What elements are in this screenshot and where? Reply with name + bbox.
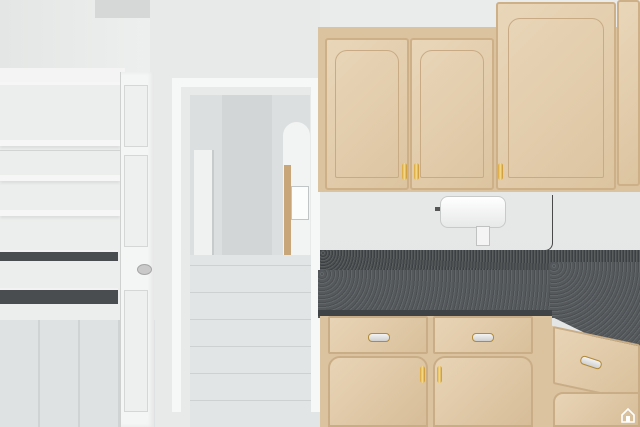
lower-cabinet-door[interactable]	[433, 356, 533, 427]
cabinet-handle[interactable]	[437, 366, 442, 383]
pantry-header-trim	[0, 68, 125, 83]
pantry-shelf-liner	[0, 250, 118, 261]
door-knob[interactable]	[137, 264, 152, 275]
cabinet-handle[interactable]	[420, 366, 425, 383]
ceiling-soffit	[95, 0, 150, 18]
kitchen-scene	[0, 0, 640, 427]
cabinet-handle[interactable]	[498, 163, 503, 180]
lower-cabinet-door[interactable]	[328, 356, 428, 427]
upper-cabinet-door[interactable]	[410, 38, 494, 190]
pantry-shelf	[0, 175, 120, 181]
house-logo-icon	[621, 407, 635, 423]
drawer-knob[interactable]	[368, 333, 390, 342]
cabinet-panel	[420, 50, 484, 178]
pantry-shelf	[0, 210, 120, 216]
door-panel	[124, 155, 148, 247]
wall-outlet	[476, 226, 490, 246]
cabinet-handle[interactable]	[402, 163, 407, 180]
drawer-knob[interactable]	[472, 333, 494, 342]
cabinet-panel	[508, 18, 604, 178]
doorway-frame	[172, 78, 320, 412]
upper-cabinet-door[interactable]	[496, 2, 616, 190]
cabinet-handle[interactable]	[414, 163, 419, 180]
pantry-closet	[0, 82, 122, 360]
pantry-shelf	[0, 140, 120, 146]
cabinet-panel	[335, 50, 399, 178]
door-panel	[124, 85, 148, 147]
power-cord	[540, 195, 553, 251]
upper-cabinet-door[interactable]	[325, 38, 409, 190]
upper-cabinet-door[interactable]	[617, 0, 640, 186]
pantry-wall-line	[0, 150, 120, 151]
paper-towel-roll[interactable]	[440, 196, 506, 228]
pantry-shelf-liner	[0, 288, 118, 304]
door-panel	[124, 290, 148, 412]
